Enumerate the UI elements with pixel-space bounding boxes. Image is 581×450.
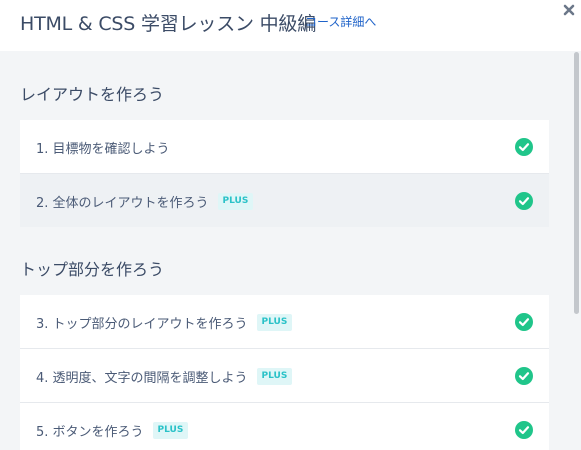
lesson-label: 3. トップ部分のレイアウトを作ろう PLUS (36, 313, 293, 332)
lesson-label: 1. 目標物を確認しよう (36, 138, 170, 157)
lesson-label: 5. ボタンを作ろう PLUS (36, 421, 189, 440)
lesson-label-text: 2. 全体のレイアウトを作ろう (36, 196, 209, 211)
lesson-item[interactable]: 5. ボタンを作ろう PLUS (20, 403, 549, 450)
plus-badge: PLUS (256, 368, 293, 385)
lesson-item[interactable]: 4. 透明度、文字の間隔を調整しよう PLUS (20, 349, 549, 402)
plus-badge: PLUS (152, 422, 189, 439)
modal-header: HTML & CSS 学習レッスン 中級編 コース詳細へ (0, 0, 581, 51)
course-details-link[interactable]: コース詳細へ (305, 13, 376, 30)
check-circle-icon (515, 313, 533, 331)
check-circle-icon (515, 421, 533, 439)
check-circle-icon (515, 367, 533, 385)
lesson-label-text: 4. 透明度、文字の間隔を調整しよう (36, 371, 248, 386)
lesson-label: 4. 透明度、文字の間隔を調整しよう PLUS (36, 367, 293, 386)
chapter-title: トップ部分を作ろう (20, 260, 165, 279)
lesson-label-text: 5. ボタンを作ろう (36, 425, 144, 440)
lesson-label-text: 3. トップ部分のレイアウトを作ろう (36, 317, 248, 332)
lesson-label: 2. 全体のレイアウトを作ろう PLUS (36, 192, 254, 211)
check-circle-icon (515, 192, 533, 210)
scrollbar[interactable] (574, 52, 579, 314)
lesson-item[interactable]: 3. トップ部分のレイアウトを作ろう PLUS (20, 295, 549, 348)
lesson-item[interactable]: 1. 目標物を確認しよう (20, 120, 549, 173)
close-icon[interactable] (561, 2, 577, 18)
chapter-title: レイアウトを作ろう (20, 85, 165, 104)
course-title: HTML & CSS 学習レッスン 中級編 (20, 13, 317, 35)
lesson-item[interactable]: 2. 全体のレイアウトを作ろう PLUS (20, 174, 549, 227)
lesson-list: レイアウトを作ろう 1. 目標物を確認しよう 2. 全体のレイアウトを作ろう P… (0, 51, 572, 450)
check-circle-icon (515, 138, 533, 156)
plus-badge: PLUS (217, 193, 254, 210)
plus-badge: PLUS (256, 314, 293, 331)
lesson-label-text: 1. 目標物を確認しよう (36, 142, 170, 157)
